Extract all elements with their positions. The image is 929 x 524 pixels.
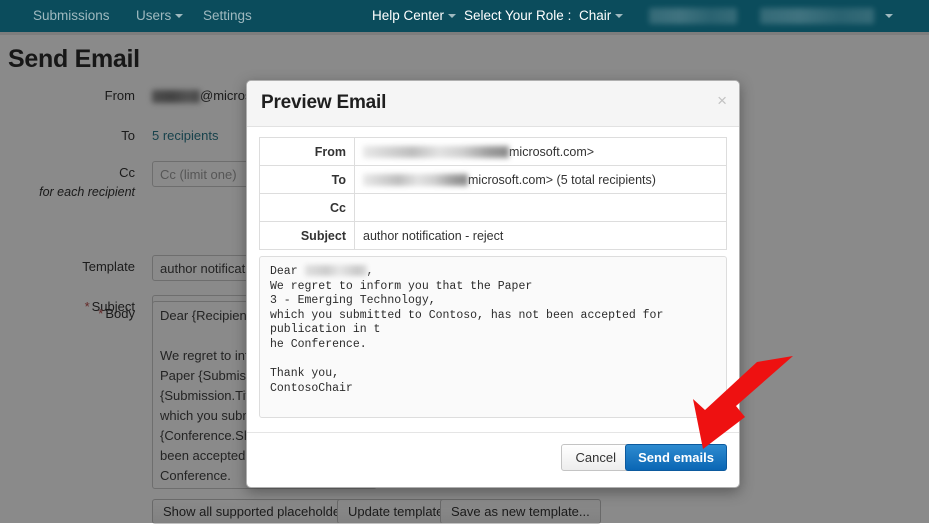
row-value-from: microsoft.com> xyxy=(355,138,727,166)
email-body-paragraph: We regret to inform you that the Paper 3… xyxy=(270,280,670,395)
top-navbar: Submissions Users Settings Help Center S… xyxy=(0,0,929,32)
row-header-cc: Cc xyxy=(260,194,355,222)
to-address-suffix: microsoft.com> (5 total recipients) xyxy=(468,173,656,187)
nav-redacted-item-2[interactable] xyxy=(760,8,874,24)
from-redacted-address xyxy=(363,146,509,158)
table-row: From microsoft.com> xyxy=(260,138,727,166)
nav-item-settings[interactable]: Settings xyxy=(203,7,252,25)
nav-item-users[interactable]: Users xyxy=(136,7,183,25)
row-header-subject: Subject xyxy=(260,222,355,250)
row-header-from: From xyxy=(260,138,355,166)
chevron-down-icon xyxy=(448,14,456,18)
table-row: Cc xyxy=(260,194,727,222)
chevron-down-icon xyxy=(615,14,623,18)
role-selector[interactable]: Chair xyxy=(579,7,623,25)
nav-item-help-center-label: Help Center xyxy=(372,8,444,23)
nav-redacted-item-1[interactable] xyxy=(649,8,737,24)
nav-item-submissions-label: Submissions xyxy=(33,8,110,23)
row-value-cc xyxy=(355,194,727,222)
table-row: To microsoft.com> (5 total recipients) xyxy=(260,166,727,194)
email-greeting-prefix: Dear xyxy=(270,265,305,278)
dialog-title: Preview Email xyxy=(261,92,386,114)
email-greeting-suffix: , xyxy=(367,265,374,278)
cancel-button[interactable]: Cancel xyxy=(561,444,631,471)
email-body-preview: Dear , We regret to inform you that the … xyxy=(259,256,727,418)
email-headers-table: From microsoft.com> To microsoft.com> (5… xyxy=(259,137,727,250)
select-your-role-label: Select Your Role : xyxy=(464,7,571,25)
close-icon[interactable]: × xyxy=(717,92,727,109)
table-row: Subject author notification - reject xyxy=(260,222,727,250)
nav-item-users-label: Users xyxy=(136,8,171,23)
role-selector-value: Chair xyxy=(579,8,611,23)
dialog-header: Preview Email × xyxy=(247,81,739,127)
from-address-suffix: microsoft.com> xyxy=(509,145,594,159)
chevron-down-icon[interactable] xyxy=(885,14,893,18)
preview-email-dialog: Preview Email × From microsoft.com> To m… xyxy=(246,80,740,488)
row-value-to: microsoft.com> (5 total recipients) xyxy=(355,166,727,194)
dialog-footer: Cancel Send emails xyxy=(247,432,739,487)
chevron-down-icon xyxy=(175,14,183,18)
nav-item-help-center[interactable]: Help Center xyxy=(372,7,456,25)
row-header-to: To xyxy=(260,166,355,194)
send-emails-button[interactable]: Send emails xyxy=(625,444,727,471)
email-body-text: Dear , We regret to inform you that the … xyxy=(270,265,716,396)
nav-item-settings-label: Settings xyxy=(203,8,252,23)
nav-item-submissions[interactable]: Submissions xyxy=(33,7,110,25)
recipient-name-redacted xyxy=(305,265,367,276)
dialog-body: From microsoft.com> To microsoft.com> (5… xyxy=(247,127,739,418)
row-value-subject: author notification - reject xyxy=(355,222,727,250)
to-redacted-address xyxy=(363,174,468,186)
